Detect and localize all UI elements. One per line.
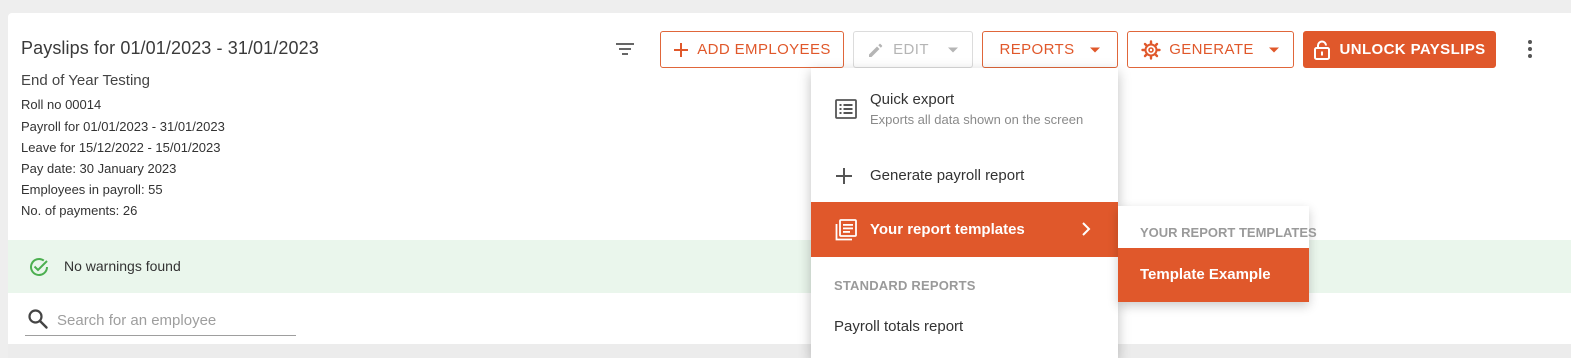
list-icon bbox=[835, 99, 857, 119]
edit-label: EDIT bbox=[893, 41, 929, 58]
generate-payroll-report-item[interactable]: Generate payroll report bbox=[811, 148, 1118, 202]
report-templates-heading: YOUR REPORT TEMPLATES bbox=[1140, 225, 1317, 240]
add-employees-button[interactable]: ADD EMPLOYEES bbox=[660, 31, 844, 68]
generate-button[interactable]: GENERATE bbox=[1127, 31, 1294, 68]
plus-icon bbox=[674, 42, 689, 57]
reports-button[interactable]: REPORTS bbox=[982, 31, 1118, 68]
pay-date: Pay date: 30 January 2023 bbox=[21, 161, 177, 176]
payments-count: No. of payments: 26 bbox=[21, 203, 138, 218]
add-employees-label: ADD EMPLOYEES bbox=[697, 41, 831, 58]
warnings-banner bbox=[8, 240, 1571, 293]
leave-period: Leave for 15/12/2022 - 15/01/2023 bbox=[21, 140, 221, 155]
roll-number: Roll no 00014 bbox=[21, 97, 102, 112]
page-title: Payslips for 01/01/2023 - 31/01/2023 bbox=[21, 38, 319, 58]
search-icon bbox=[28, 309, 48, 329]
more-vert-icon[interactable] bbox=[1520, 38, 1540, 60]
table-header-strip bbox=[8, 344, 1571, 358]
standard-reports-heading: STANDARD REPORTS bbox=[834, 278, 976, 293]
unlock-payslips-button[interactable]: UNLOCK PAYSLIPS bbox=[1303, 31, 1496, 68]
caret-down-icon bbox=[1089, 47, 1100, 52]
generate-payroll-report-label: Generate payroll report bbox=[870, 167, 1025, 184]
unlock-payslips-label: UNLOCK PAYSLIPS bbox=[1339, 41, 1486, 58]
check-circle-icon bbox=[30, 258, 48, 276]
quick-export-label: Quick export bbox=[870, 91, 955, 108]
your-report-templates-label: Your report templates bbox=[870, 221, 1025, 238]
caret-down-icon bbox=[947, 47, 958, 52]
quick-export-description: Exports all data shown on the screen bbox=[870, 112, 1084, 127]
payroll-name: End of Year Testing bbox=[21, 72, 150, 89]
caret-down-icon bbox=[1268, 47, 1279, 52]
template-item-label: Template Example bbox=[1140, 266, 1271, 283]
payroll-period: Payroll for 01/01/2023 - 31/01/2023 bbox=[21, 119, 225, 134]
plus-icon bbox=[836, 168, 852, 184]
payroll-totals-report-item[interactable]: Payroll totals report bbox=[834, 318, 963, 335]
report-templates-submenu: YOUR REPORT TEMPLATES Template Example bbox=[1118, 206, 1317, 302]
warnings-text: No warnings found bbox=[64, 258, 181, 274]
employees-count: Employees in payroll: 55 bbox=[21, 182, 163, 197]
templates-icon bbox=[835, 219, 857, 241]
generate-label: GENERATE bbox=[1169, 41, 1254, 58]
edit-button[interactable]: EDIT bbox=[853, 31, 973, 68]
lock-icon bbox=[1314, 40, 1331, 60]
search-input[interactable] bbox=[57, 309, 293, 331]
pencil-icon bbox=[869, 43, 883, 57]
chevron-right-icon bbox=[1082, 222, 1091, 236]
template-item[interactable]: Template Example bbox=[1118, 248, 1309, 302]
your-report-templates-item[interactable]: Your report templates bbox=[811, 202, 1118, 257]
reports-dropdown-menu: Quick export Exports all data shown on t… bbox=[811, 68, 1118, 358]
reports-label: REPORTS bbox=[999, 41, 1075, 58]
quick-export-item[interactable]: Quick export Exports all data shown on t… bbox=[811, 68, 1118, 146]
gear-icon bbox=[1141, 39, 1161, 60]
filter-icon[interactable] bbox=[613, 38, 637, 60]
